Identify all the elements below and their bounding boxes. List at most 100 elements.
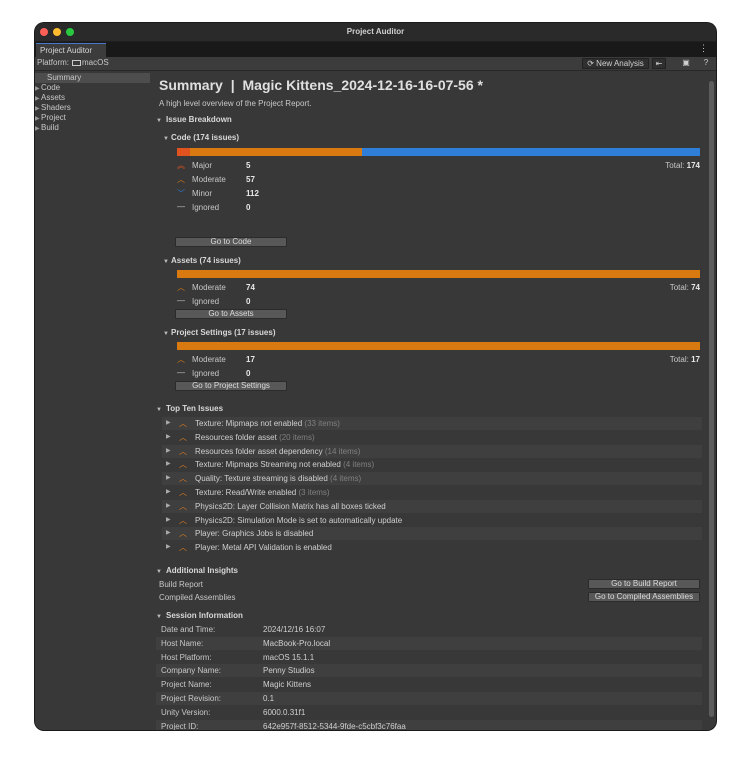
session-row: Date and Time: 2024/12/16 16:07 — [156, 623, 702, 636]
top-issue-row[interactable]: ▶ ︿ Physics2D: Simulation Mode is set to a… — [162, 514, 702, 527]
session-row: Project Revision: 0.1 — [156, 692, 702, 705]
issue-breakdown-header[interactable]: ▼ Issue Breakdown — [156, 115, 232, 124]
build-report-label: Build Report — [159, 580, 204, 589]
window-title: Project Auditor — [346, 27, 405, 36]
top-issue-row[interactable]: ▶ ︿ Resources folder asset (20 items) — [162, 431, 702, 444]
ignored-label: Ignored — [192, 203, 220, 212]
session-row: Unity Version: 6000.0.31f1 — [156, 706, 702, 719]
sidebar-item-build[interactable]: ▶Build — [35, 123, 150, 133]
fold-arrow-icon: ▼ — [156, 569, 162, 575]
session-key: Unity Version: — [161, 707, 211, 717]
sidebar-item-project[interactable]: ▶Project — [35, 113, 150, 123]
session-row: Project ID: 642e957f-8512-5344-9fde-c5cbf… — [156, 719, 702, 730]
major-label: Major — [192, 161, 213, 170]
expand-arrow-icon[interactable]: ▶ — [166, 460, 171, 467]
expand-arrow-icon[interactable]: ▶ — [166, 502, 171, 509]
moderate-chevron-icon: ︿ — [177, 175, 185, 184]
top-issue-row[interactable]: ▶ ︿ Quality: Texture streaming is disabled… — [162, 472, 702, 486]
ignored-dash-icon: — — [177, 202, 185, 211]
ignored-count: 0 — [246, 203, 251, 212]
go-to-assets-button[interactable]: Go to Assets — [175, 309, 287, 319]
sidebar-item-code[interactable]: ▶Code — [35, 83, 150, 93]
sidebar-item-assets[interactable]: ▶Assets — [35, 93, 150, 103]
expand-arrow-icon[interactable]: ▶ — [166, 516, 171, 523]
expand-arrow-icon[interactable]: ▶ — [166, 488, 171, 495]
fold-arrow-icon: ▼ — [156, 614, 162, 620]
expand-arrow-icon[interactable]: ▶ — [166, 433, 171, 440]
fold-arrow-icon: ▼ — [163, 331, 169, 337]
sidebar-item-shaders[interactable]: ▶Shaders — [35, 103, 150, 113]
minor-label: Minor — [192, 189, 213, 198]
top-issue-text: Texture: Mipmaps not enabled (33 items) — [195, 419, 340, 428]
code-severity-list: ︽ Major 5 Total: 174 ︿ Moderate 57 ﹀ Min… — [153, 160, 700, 220]
top-ten-issues-header[interactable]: ▼ Top Ten Issues — [156, 404, 223, 413]
project-auditor-window: Project Auditor Project Auditor ⋮ Platfo… — [35, 23, 716, 730]
session-value: 2024/12/16 16:07 — [263, 625, 326, 634]
project-settings-total: Total: 17 — [669, 355, 700, 364]
top-issue-row[interactable]: ▶ ︿ Physics2D: Layer Collision Matrix has … — [162, 499, 702, 513]
code-foldout[interactable]: ▼ Code (174 issues) — [163, 133, 239, 142]
session-value: Magic Kittens — [263, 680, 312, 690]
session-row: Host Name: MacBook-Pro.local — [156, 636, 702, 650]
moderate-count: 74 — [246, 283, 255, 292]
top-issue-row[interactable]: ▶ ︿ Texture: Read/Write enabled (3 items) — [162, 486, 702, 499]
top-issue-text: Player: Graphics Jobs is disabled — [195, 529, 314, 539]
session-row: Host Platform: macOS 15.1.1 — [156, 651, 702, 664]
top-issue-row[interactable]: ▶ ︿ Resources folder asset dependency (14 … — [162, 444, 702, 458]
moderate-chevron-icon: ︿ — [177, 283, 185, 292]
session-row: Project Name: Magic Kittens — [156, 678, 702, 691]
top-issue-row[interactable]: ▶ ︿ Player: Metal API Validation is enable… — [162, 541, 702, 554]
go-to-build-report-button[interactable]: Go to Build Report — [588, 579, 700, 589]
additional-insights-header[interactable]: ▼ Additional Insights — [156, 566, 238, 575]
expand-arrow-icon[interactable]: ▶ — [166, 474, 171, 481]
help-button[interactable]: ? — [700, 58, 712, 69]
assets-foldout[interactable]: ▼ Assets (74 issues) — [163, 256, 241, 265]
top-issue-text: Quality: Texture streaming is disabled (… — [195, 474, 362, 484]
sidebar: Summary ▶Code ▶Assets ▶Shaders ▶Project … — [35, 71, 150, 730]
load-icon: ⇤ — [655, 59, 663, 68]
assets-total: Total: 74 — [669, 283, 700, 292]
go-to-compiled-assemblies-button[interactable]: Go to Compiled Assemblies — [588, 592, 700, 602]
top-issue-text: Physics2D: Simulation Mode is set to aut… — [195, 515, 403, 525]
save-report-button[interactable]: ▣ — [679, 58, 693, 69]
new-analysis-button[interactable]: ⟳ New Analysis — [582, 58, 649, 69]
go-to-code-button[interactable]: Go to Code — [175, 237, 287, 247]
session-value: Penny Studios — [263, 666, 315, 676]
top-issue-row[interactable]: ▶ ︿ Player: Graphics Jobs is disabled — [162, 527, 702, 541]
moderate-chevron-icon: ︿ — [179, 419, 187, 428]
top-issue-row[interactable]: ▶ ︿ Texture: Mipmaps not enabled (33 items… — [162, 417, 702, 430]
vertical-scrollbar[interactable] — [709, 73, 714, 725]
moderate-chevron-icon: ︿ — [177, 355, 185, 364]
minor-chevron-icon: ﹀ — [177, 189, 185, 198]
new-analysis-label: New Analysis — [596, 59, 644, 68]
summary-panel: Summary | Magic Kittens_2024-12-16-16-07… — [153, 71, 708, 730]
go-to-project-settings-button[interactable]: Go to Project Settings — [175, 381, 287, 391]
tab-project-auditor[interactable]: Project Auditor — [36, 43, 106, 57]
moderate-label: Moderate — [192, 283, 226, 292]
more-options-icon[interactable]: ⋮ — [699, 43, 708, 54]
top-issue-text: Resources folder asset dependency (14 it… — [195, 446, 361, 456]
expand-arrow-icon[interactable]: ▶ — [166, 543, 171, 550]
refresh-icon: ⟳ — [587, 59, 594, 68]
expand-arrow-icon[interactable]: ▶ — [166, 447, 171, 454]
ignored-label: Ignored — [192, 297, 220, 306]
session-value: macOS 15.1.1 — [263, 652, 315, 662]
moderate-count: 57 — [246, 175, 255, 184]
session-row: Company Name: Penny Studios — [156, 664, 702, 678]
moderate-chevron-icon: ︿ — [179, 543, 187, 553]
session-key: Host Platform: — [161, 652, 212, 662]
project-settings-foldout[interactable]: ▼ Project Settings (17 issues) — [163, 328, 275, 337]
compiled-assemblies-label: Compiled Assemblies — [159, 593, 236, 602]
session-information-header[interactable]: ▼ Session Information — [156, 611, 243, 620]
expand-arrow-icon[interactable]: ▶ — [166, 529, 171, 536]
platform-value: macOS — [82, 58, 109, 67]
session-value: MacBook-Pro.local — [263, 638, 331, 648]
top-issue-row[interactable]: ▶ ︿ Texture: Mipmaps Streaming not enabled… — [162, 458, 702, 471]
session-key: Date and Time: — [161, 625, 216, 634]
load-report-button[interactable]: ⇤ — [652, 58, 666, 69]
sidebar-item-summary[interactable]: Summary — [35, 73, 150, 83]
expand-arrow-icon[interactable]: ▶ — [166, 419, 171, 426]
scrollbar-thumb[interactable] — [709, 81, 714, 717]
ignored-dash-icon: — — [177, 296, 185, 305]
tab-bar: Project Auditor ⋮ — [35, 42, 716, 57]
